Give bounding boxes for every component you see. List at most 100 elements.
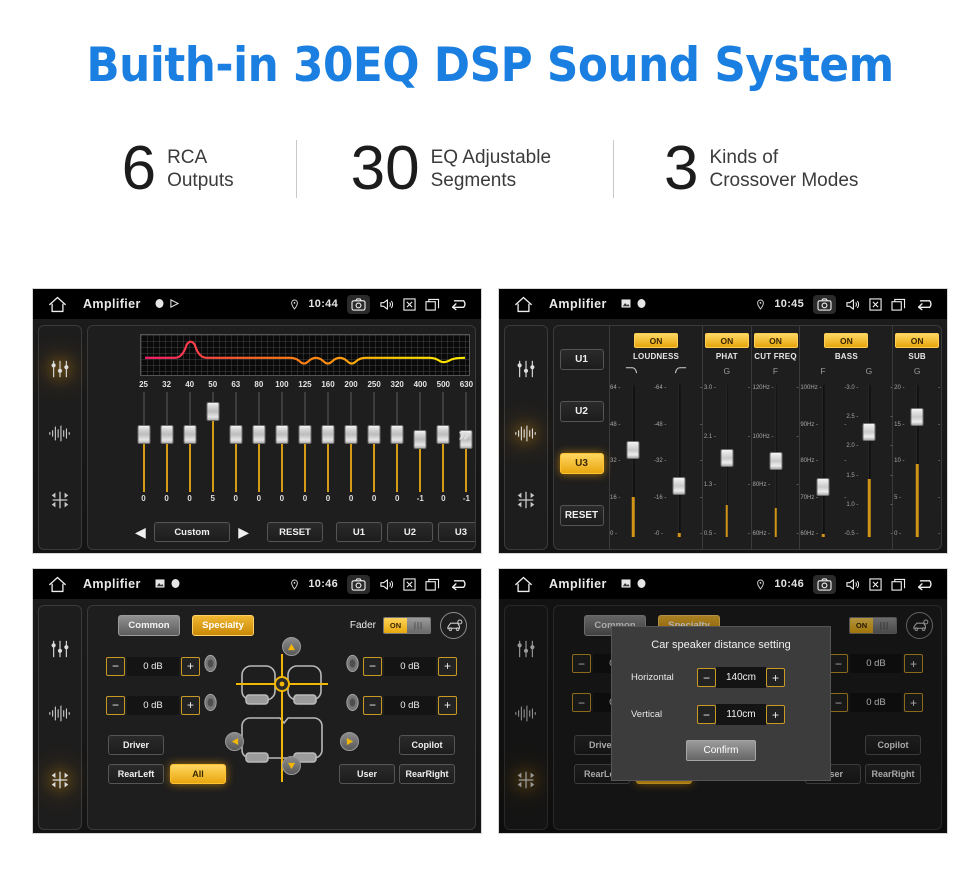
- home-icon[interactable]: [499, 296, 547, 313]
- seat-rearright-button[interactable]: RearRight: [399, 764, 455, 784]
- equalizer-icon[interactable]: [50, 359, 70, 384]
- balance-icon[interactable]: [515, 489, 537, 516]
- eq-slider-knob[interactable]: [436, 425, 450, 444]
- minus-button[interactable]: −: [697, 668, 716, 687]
- eq-slider-knob[interactable]: [367, 425, 381, 444]
- crossover-slider[interactable]: 3.0 - 2.5 - 2.0 - 1.5 - 1.0 - 0.5 - - - - - - -: [846, 379, 892, 543]
- preset-u3-button[interactable]: U3: [438, 522, 475, 542]
- toggle-bass[interactable]: ON: [824, 333, 869, 348]
- preset-prev-button[interactable]: ◀: [132, 525, 149, 539]
- eq-slider-knob[interactable]: [206, 402, 220, 421]
- camera-icon[interactable]: [347, 574, 370, 594]
- seat-user-button[interactable]: User: [339, 764, 395, 784]
- eq-slider[interactable]: [386, 392, 409, 492]
- crossover-slider[interactable]: 64 -48 -32 -16 -0 ------: [610, 379, 656, 543]
- balance-icon[interactable]: [49, 489, 71, 516]
- equalizer-icon[interactable]: [516, 359, 536, 384]
- eq-slider[interactable]: [432, 392, 455, 492]
- crossover-slider[interactable]: 3.0 - 2.1 - 1.3 - 0.5 - - - - -: [704, 379, 750, 543]
- plus-button[interactable]: +: [181, 695, 200, 715]
- nav-up-button[interactable]: [282, 637, 301, 656]
- toggle-cut-freq[interactable]: ON: [753, 333, 798, 348]
- back-arrow-icon[interactable]: [449, 578, 471, 591]
- home-icon[interactable]: [33, 296, 81, 313]
- tab-specialty[interactable]: Specialty: [192, 615, 254, 636]
- waveform-icon[interactable]: [514, 425, 538, 447]
- camera-icon[interactable]: [813, 294, 836, 314]
- minus-button[interactable]: −: [697, 705, 716, 724]
- camera-icon[interactable]: [813, 574, 836, 594]
- minus-button[interactable]: −: [363, 656, 382, 676]
- seat-diagram[interactable]: [228, 648, 336, 793]
- recent-apps-icon[interactable]: [425, 298, 440, 311]
- slider-knob[interactable]: [720, 449, 734, 468]
- recent-apps-icon[interactable]: [891, 298, 906, 311]
- crossover-slider[interactable]: 100Hz -90Hz -80Hz -70Hz -60Hz ------: [800, 379, 846, 543]
- plus-button[interactable]: +: [766, 668, 785, 687]
- eq-slider[interactable]: [201, 392, 224, 492]
- minus-button[interactable]: −: [363, 695, 382, 715]
- eq-slider[interactable]: [224, 392, 247, 492]
- eq-slider-knob[interactable]: [344, 425, 358, 444]
- back-arrow-icon[interactable]: [915, 578, 937, 591]
- reset-button[interactable]: RESET: [559, 504, 604, 526]
- toggle-phat[interactable]: ON: [704, 333, 749, 348]
- waveform-icon[interactable]: [48, 705, 72, 727]
- seat-copilot-button[interactable]: Copilot: [399, 735, 455, 755]
- eq-slider[interactable]: [340, 392, 363, 492]
- eq-slider[interactable]: [317, 392, 340, 492]
- toggle-loudness[interactable]: ON: [634, 333, 678, 348]
- eq-slider-knob[interactable]: [413, 429, 427, 449]
- equalizer-icon[interactable]: [50, 639, 70, 664]
- preset-u2-button[interactable]: U2: [559, 401, 604, 423]
- close-box-icon[interactable]: [869, 577, 882, 591]
- eq-slider[interactable]: [247, 392, 270, 492]
- eq-slider[interactable]: [363, 392, 386, 492]
- waveform-icon[interactable]: [48, 425, 72, 447]
- eq-slider[interactable]: [293, 392, 316, 492]
- slider-knob[interactable]: [862, 423, 876, 442]
- nav-left-button[interactable]: [225, 732, 244, 751]
- toggle-sub[interactable]: ON: [895, 333, 940, 348]
- minus-button[interactable]: −: [106, 695, 125, 715]
- eq-slider[interactable]: [178, 392, 201, 492]
- confirm-button[interactable]: Confirm: [686, 740, 756, 761]
- car-speaker-icon[interactable]: [440, 612, 467, 639]
- preset-u1-button[interactable]: U1: [559, 349, 604, 371]
- plus-button[interactable]: +: [438, 695, 457, 715]
- eq-slider[interactable]: [132, 392, 155, 492]
- volume-icon[interactable]: [845, 578, 860, 591]
- close-box-icon[interactable]: [403, 577, 416, 591]
- crossover-slider[interactable]: 64 -48 -32 -16 -0 ------: [656, 379, 702, 543]
- slider-knob[interactable]: [769, 452, 782, 471]
- crossover-slider[interactable]: 120Hz - 100Hz - 80Hz - 60Hz - - - - -: [753, 379, 799, 543]
- volume-icon[interactable]: [379, 298, 394, 311]
- fader-toggle[interactable]: ON |||: [383, 617, 431, 634]
- close-box-icon[interactable]: [869, 297, 882, 311]
- eq-slider[interactable]: [270, 392, 293, 492]
- tab-common[interactable]: Common: [118, 615, 180, 636]
- preset-name[interactable]: Custom: [153, 522, 231, 542]
- volume-icon[interactable]: [845, 298, 860, 311]
- nav-down-button[interactable]: [282, 756, 301, 775]
- reset-button[interactable]: RESET: [267, 522, 323, 542]
- eq-slider-knob[interactable]: [252, 425, 266, 444]
- chevron-right-icon[interactable]: »: [458, 426, 469, 445]
- home-icon[interactable]: [499, 576, 547, 593]
- slider-knob[interactable]: [626, 440, 640, 459]
- minus-button[interactable]: −: [106, 656, 125, 676]
- slider-knob[interactable]: [910, 408, 924, 427]
- recent-apps-icon[interactable]: [891, 578, 906, 591]
- close-box-icon[interactable]: [403, 297, 416, 311]
- home-icon[interactable]: [33, 576, 81, 593]
- slider-knob[interactable]: [672, 477, 686, 496]
- eq-slider-knob[interactable]: [321, 425, 335, 444]
- eq-slider[interactable]: [409, 392, 432, 492]
- seat-driver-button[interactable]: Driver: [108, 735, 164, 755]
- eq-slider-knob[interactable]: [390, 425, 404, 444]
- preset-u3-button[interactable]: U3: [559, 452, 604, 474]
- preset-u1-button[interactable]: U1: [336, 522, 382, 542]
- preset-next-button[interactable]: ▶: [235, 525, 252, 539]
- plus-button[interactable]: +: [766, 705, 785, 724]
- back-arrow-icon[interactable]: [915, 298, 937, 311]
